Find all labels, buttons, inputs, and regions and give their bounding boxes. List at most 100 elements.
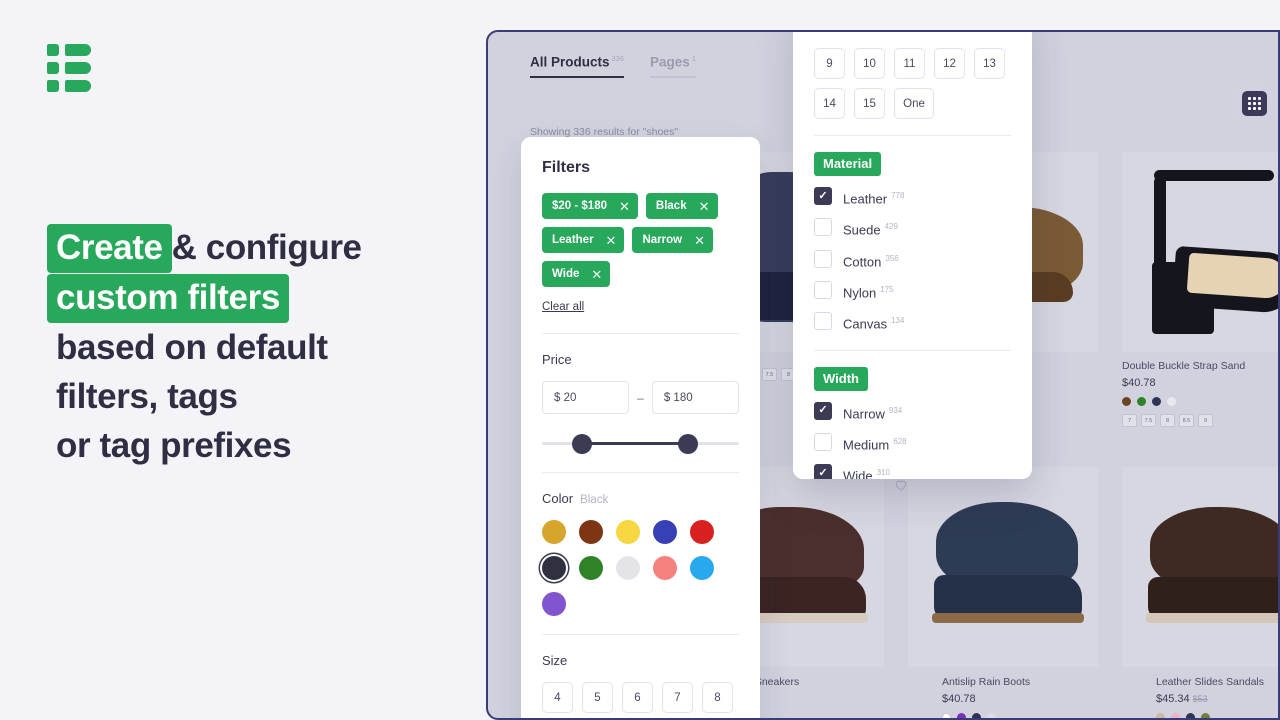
color-swatch-brown[interactable] — [579, 520, 603, 544]
color-swatch-pink[interactable] — [653, 556, 677, 580]
product-title: Leather Slides Sandals — [1156, 676, 1264, 688]
price-range-slider[interactable] — [542, 434, 739, 454]
filter-chip[interactable]: Wide ✕ — [542, 261, 611, 287]
size-option[interactable]: 13 — [974, 48, 1005, 79]
product-title: Double Buckle Strap Sand — [1122, 360, 1246, 372]
option-label: Leather 778 — [843, 191, 905, 207]
size-option[interactable]: 6 — [622, 682, 653, 713]
option-count: 934 — [888, 405, 903, 415]
product-photo[interactable] — [908, 467, 1098, 667]
filter-chip[interactable]: Leather ✕ — [542, 227, 625, 253]
size-option[interactable]: 12 — [934, 48, 965, 79]
material-option-nylon[interactable]: Nylon 175 — [814, 280, 1011, 302]
tab-bar[interactable]: All Products 336 Pages 1 — [530, 54, 696, 78]
product-photo[interactable] — [1122, 152, 1278, 352]
size-section-title: Size — [542, 653, 568, 668]
close-icon[interactable]: ✕ — [619, 200, 630, 213]
checkbox-icon[interactable] — [814, 312, 832, 331]
product-sizes[interactable]: 77.588.59 — [1122, 414, 1245, 427]
chip-label: $20 - $180 — [552, 200, 607, 212]
color-swatch-yellow[interactable] — [616, 520, 640, 544]
slider-handle-max[interactable] — [678, 434, 698, 454]
divider — [542, 634, 739, 635]
color-swatch-black[interactable] — [542, 556, 566, 580]
size-option[interactable]: 14 — [814, 88, 845, 119]
filters-popup-panel: 9 10 11 12 13 14 15 One Material Leather… — [793, 32, 1032, 479]
option-count: 429 — [884, 222, 898, 232]
product-colors[interactable] — [1122, 397, 1245, 406]
size-option[interactable]: 10 — [854, 48, 885, 79]
size-option[interactable]: 15 — [854, 88, 885, 119]
material-option-leather[interactable]: Leather778 — [814, 187, 1011, 208]
width-option-narrow[interactable]: Narrow934 — [814, 401, 1011, 423]
width-option-medium[interactable]: Medium 628 — [814, 432, 1011, 454]
checkbox-checked-icon[interactable] — [814, 464, 832, 479]
filter-chip[interactable]: $20 - $180 ✕ — [542, 193, 638, 219]
checkbox-icon[interactable] — [814, 280, 832, 299]
tab-pages[interactable]: Pages 1 — [650, 54, 696, 78]
price-max-input[interactable]: $ 180 — [651, 381, 739, 414]
checkbox-icon[interactable] — [814, 432, 832, 451]
option-count: 778 — [891, 191, 905, 200]
app-window: Double Buckle Strap Sand $40.78 7 7.5 8 8.5… — [486, 30, 1280, 720]
material-option-canvas[interactable]: Canvas 134 — [814, 312, 1011, 333]
headline-line-3: based on default — [56, 328, 328, 367]
size-option[interactable]: 7 — [662, 682, 693, 713]
wishlist-heart-icon[interactable] — [894, 478, 908, 492]
close-icon[interactable]: ✕ — [606, 234, 617, 247]
headline-line-4: filters, tags — [56, 377, 238, 416]
product-colors[interactable] — [1156, 713, 1264, 718]
checkbox-checked-icon[interactable] — [814, 401, 832, 420]
color-swatches[interactable] — [542, 520, 747, 616]
product-price: $45.34 $53 — [1156, 693, 1264, 705]
material-option-cotton[interactable]: Cotton 356 — [814, 249, 1011, 271]
option-label: Canvas 134 — [843, 316, 905, 332]
material-option-suede[interactable]: Suede 429 — [814, 218, 1011, 239]
slider-handle-min[interactable] — [572, 434, 592, 454]
filter-list-icon — [47, 44, 91, 92]
filter-chip[interactable]: Narrow ✕ — [632, 227, 713, 253]
product-colors[interactable] — [942, 713, 1033, 718]
size-options[interactable]: 4 5 6 7 8 9 10 11 12 13 — [542, 682, 739, 718]
width-option-wide[interactable]: Wide310 — [814, 464, 1011, 479]
color-section-title: Color Black — [542, 491, 739, 506]
material-section-title: Material — [814, 152, 882, 176]
chip-label: Leather — [552, 234, 594, 246]
checkbox-icon[interactable] — [814, 249, 832, 268]
option-count: 356 — [885, 253, 899, 263]
close-icon[interactable]: ✕ — [694, 234, 705, 247]
color-swatch-purple[interactable] — [542, 592, 566, 616]
size-option[interactable]: 8 — [702, 682, 733, 713]
chip-label: Wide — [552, 268, 580, 280]
active-filter-chips: $20 - $180 ✕ Black ✕ Leather ✕ Narrow ✕ Wide… — [542, 193, 739, 287]
price-range-dash: – — [637, 390, 644, 405]
option-label: Medium 628 — [843, 436, 907, 453]
product-photo[interactable] — [1122, 467, 1278, 667]
checkbox-checked-icon[interactable] — [814, 187, 832, 205]
grid-view-icon[interactable] — [1242, 91, 1267, 116]
tab-all-products[interactable]: All Products 336 — [530, 54, 625, 78]
color-swatch-sky-blue[interactable] — [690, 556, 714, 580]
price-min-input[interactable]: $ 20 — [542, 381, 630, 414]
popup-size-options[interactable]: 9 10 11 12 13 14 15 One — [814, 48, 1011, 119]
size-option[interactable]: 11 — [894, 48, 925, 79]
close-icon[interactable]: ✕ — [699, 200, 710, 213]
price-inputs: $ 20 – $ 180 — [542, 381, 739, 414]
close-icon[interactable]: ✕ — [591, 268, 602, 281]
color-swatch-red[interactable] — [690, 520, 714, 544]
divider — [814, 349, 1011, 351]
clear-all-link[interactable]: Clear all — [542, 301, 584, 313]
color-swatch-green[interactable] — [579, 556, 603, 580]
color-swatch-blue[interactable] — [653, 520, 677, 544]
product-price-current: $45.34 — [1156, 693, 1190, 705]
color-swatch-white[interactable] — [616, 556, 640, 580]
filter-chip[interactable]: Black ✕ — [645, 193, 718, 219]
color-swatch-gold[interactable] — [542, 520, 566, 544]
checkbox-icon[interactable] — [814, 218, 832, 237]
option-count: 628 — [893, 436, 907, 446]
headline-highlight: Create — [47, 224, 172, 273]
size-option[interactable]: 5 — [582, 682, 613, 713]
size-option[interactable]: 9 — [814, 48, 845, 79]
size-option[interactable]: One — [894, 88, 934, 119]
size-option[interactable]: 4 — [542, 682, 573, 713]
